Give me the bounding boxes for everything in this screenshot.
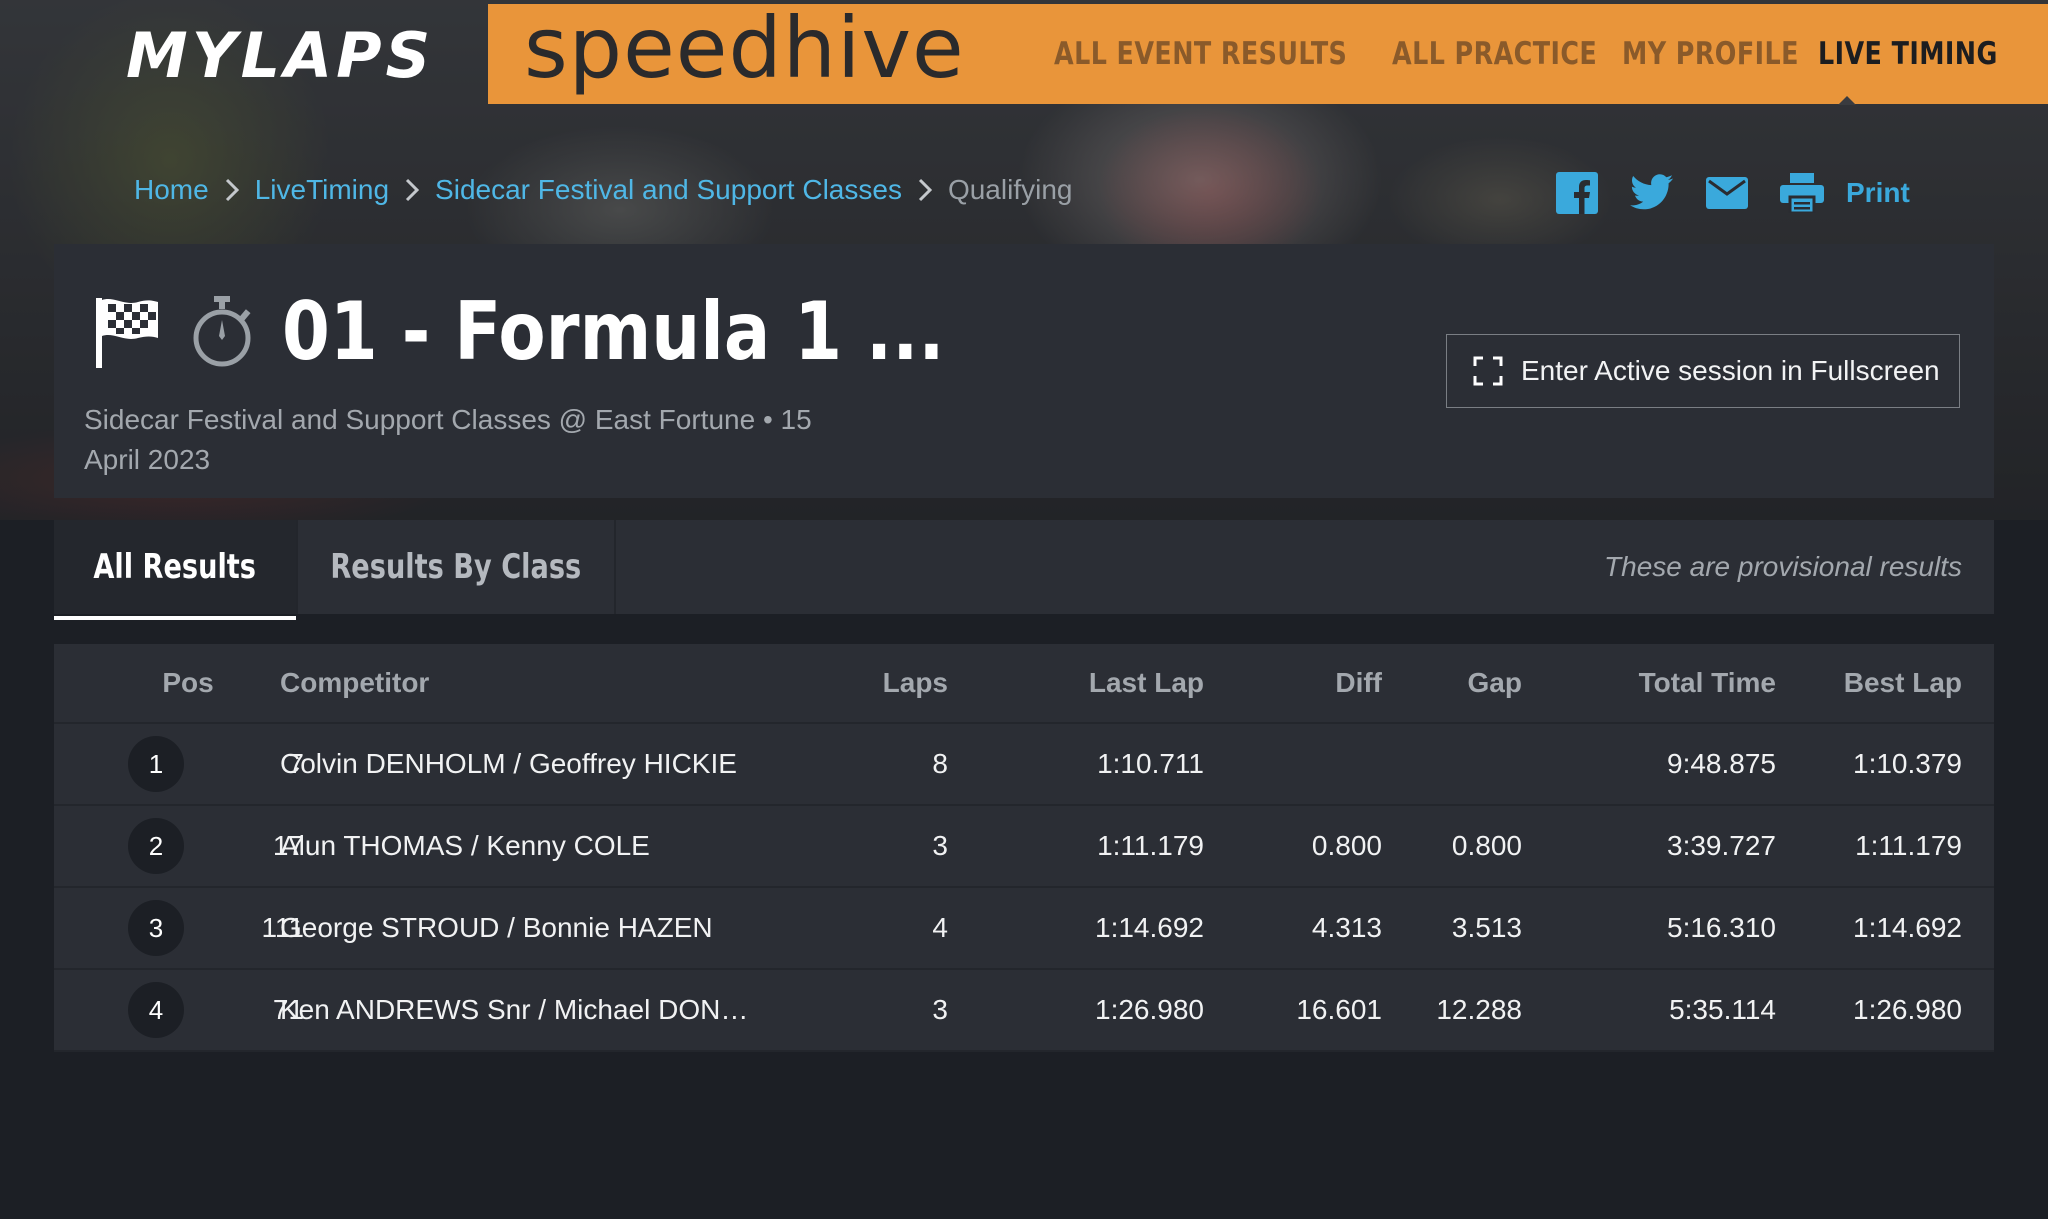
nav-my-profile[interactable]: MY PROFILE (1622, 34, 1799, 74)
best-lap-value: 1:26.980 (1853, 994, 1962, 1025)
fullscreen-button[interactable]: Enter Active session in Fullscreen (1446, 334, 1960, 408)
nav-live-timing[interactable]: LIVE TIMING (1818, 34, 1998, 74)
best-lap-value: 1:10.379 (1853, 748, 1962, 779)
print-link[interactable]: Print (1846, 177, 1910, 209)
table-row[interactable]: 3 111 George STROUD / Bonnie HAZEN 4 1:1… (54, 888, 1994, 970)
position-badge: 3 (128, 900, 184, 956)
laps-value: 4 (932, 912, 948, 943)
laps-value: 3 (932, 830, 948, 861)
main-nav: ALL EVENT RESULTS ALL PRACTICE MY PROFIL… (1054, 34, 1997, 74)
tab-all-results-label: All Results (93, 547, 257, 587)
mail-icon[interactable] (1706, 177, 1748, 209)
best-lap-value: 1:14.692 (1853, 912, 1962, 943)
results-tabs: All Results Results By Class These are p… (54, 520, 1994, 620)
breadcrumb-livetiming[interactable]: LiveTiming (255, 174, 389, 206)
diff-value: 0.800 (1311, 830, 1382, 861)
diff-value: 16.601 (1296, 994, 1382, 1025)
breadcrumb-current: Qualifying (947, 174, 1073, 205)
total-time-value: 5:16.310 (1667, 912, 1776, 943)
tab-results-by-class-label: Results By Class (330, 547, 582, 587)
last-lap-value: 1:26.980 (1095, 994, 1204, 1025)
header-laps[interactable]: Laps (794, 644, 948, 722)
tab-results-by-class[interactable]: Results By Class (296, 520, 616, 614)
header-gap[interactable]: Gap (1384, 644, 1522, 722)
header-competitor[interactable]: Competitor (280, 644, 429, 722)
diff-value: 4.313 (1311, 912, 1382, 943)
competitor-name[interactable]: Ken ANDREWS Snr / Michael DON… (280, 970, 748, 1050)
stopwatch-icon (190, 296, 254, 373)
gap-value: 12.288 (1436, 994, 1522, 1025)
header-pos[interactable]: Pos (138, 644, 238, 722)
checkered-flag-icon (94, 296, 162, 373)
position-badge: 4 (128, 982, 184, 1038)
fullscreen-label: Enter Active session in Fullscreen (1521, 355, 1940, 386)
last-lap-value: 1:10.711 (1097, 748, 1204, 779)
breadcrumb-home[interactable]: Home (134, 174, 209, 206)
table-row[interactable]: 2 17 Alun THOMAS / Kenny COLE 3 1:11.179… (54, 806, 1994, 888)
active-nav-caret (1838, 96, 1856, 105)
competitor-name[interactable]: Colvin DENHOLM / Geoffrey HICKIE (280, 724, 737, 804)
session-subtitle: Sidecar Festival and Support Classes @ E… (84, 404, 812, 475)
session-title: 01 - Formula 1 ... (282, 285, 945, 378)
chevron-right-icon (225, 178, 239, 202)
gap-value: 0.800 (1451, 830, 1522, 861)
last-lap-value: 1:11.179 (1097, 830, 1204, 861)
total-time-value: 3:39.727 (1667, 830, 1776, 861)
gap-value: 3.513 (1451, 912, 1522, 943)
header-total-time[interactable]: Total Time (1574, 644, 1776, 722)
competitor-name[interactable]: Alun THOMAS / Kenny COLE (280, 806, 650, 886)
laps-value: 8 (932, 748, 948, 779)
breadcrumb-event[interactable]: Sidecar Festival and Support Classes (435, 174, 902, 206)
header-best-lap[interactable]: Best Lap (1794, 644, 1962, 722)
total-time-value: 9:48.875 (1667, 748, 1776, 779)
speedhive-logo[interactable]: speedhive (524, 0, 965, 96)
printer-icon[interactable] (1780, 173, 1824, 213)
last-lap-value: 1:14.692 (1095, 912, 1204, 943)
header-last-lap[interactable]: Last Lap (994, 644, 1204, 722)
laps-value: 3 (932, 994, 948, 1025)
results-table: Pos Competitor Laps Last Lap Diff Gap To… (54, 644, 1994, 1052)
twitter-icon[interactable] (1630, 174, 1674, 212)
nav-all-practice[interactable]: ALL PRACTICE (1392, 34, 1597, 74)
provisional-note: These are provisional results (1604, 551, 1962, 582)
competitor-name[interactable]: George STROUD / Bonnie HAZEN (280, 888, 713, 968)
position-badge: 2 (128, 818, 184, 874)
header-diff[interactable]: Diff (1214, 644, 1382, 722)
chevron-right-icon (405, 178, 420, 202)
table-row[interactable]: 4 71 Ken ANDREWS Snr / Michael DON… 3 1:… (54, 970, 1994, 1052)
nav-all-event-results[interactable]: ALL EVENT RESULTS (1054, 34, 1347, 74)
position-badge: 1 (128, 736, 184, 792)
breadcrumb: Home LiveTiming Sidecar Festival and Sup… (134, 174, 1072, 206)
table-header-row: Pos Competitor Laps Last Lap Diff Gap To… (54, 644, 1994, 724)
fullscreen-icon (1473, 356, 1503, 386)
best-lap-value: 1:11.179 (1855, 830, 1962, 861)
table-row[interactable]: 1 7 Colvin DENHOLM / Geoffrey HICKIE 8 1… (54, 724, 1994, 806)
mylaps-logo[interactable]: MYLAPS (126, 20, 434, 92)
facebook-icon[interactable] (1556, 172, 1598, 214)
tab-all-results[interactable]: All Results (54, 520, 296, 620)
total-time-value: 5:35.114 (1669, 994, 1776, 1025)
share-bar: Print (1556, 172, 1910, 214)
chevron-right-icon (918, 178, 932, 202)
